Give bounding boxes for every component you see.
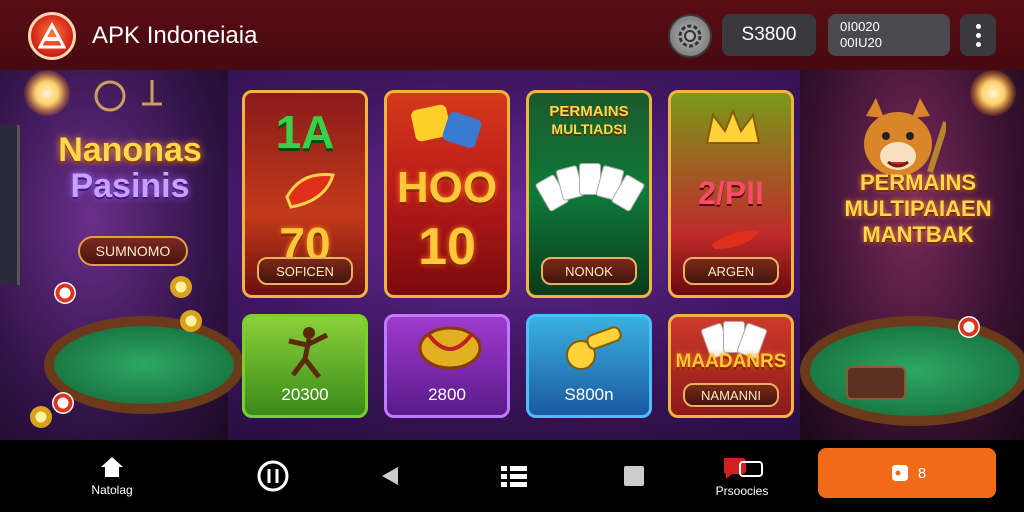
poker-chip <box>180 310 202 332</box>
game-controller-icon <box>891 465 908 481</box>
more-vertical-icon <box>975 23 981 29</box>
dancer-icon <box>288 327 329 379</box>
game-tile-8[interactable]: MAADANRS NAMANNI <box>668 314 794 418</box>
home-icon <box>101 457 123 477</box>
nav-home[interactable]: Natolag <box>82 440 142 512</box>
poker-chip <box>52 392 74 414</box>
chili-icon <box>285 172 335 209</box>
tile-4-top-text: 2/PII <box>698 175 764 211</box>
poker-chip <box>170 276 192 298</box>
right-banner-title-line3: MANTBAK <box>862 222 974 247</box>
nav-home-label: Natolag <box>91 483 133 497</box>
right-banner-title-line1: PERMAINS <box>859 170 977 195</box>
nav-promotions[interactable]: Prsoocies <box>702 440 782 512</box>
triangle-logo-icon <box>38 22 66 49</box>
account-info[interactable]: 0I0020 00IU20 <box>828 14 950 56</box>
nav-square[interactable] <box>616 440 652 512</box>
tile-3-sub-text: MULTIADSI <box>551 121 627 137</box>
right-banner-title-line2: MULTIPAIAEN <box>844 196 992 221</box>
game-tile-4[interactable]: 2/PII ARGEN <box>668 90 794 298</box>
game-tile-6[interactable]: 2800 <box>384 314 510 418</box>
chili-icon <box>711 230 759 249</box>
back-icon <box>382 467 398 485</box>
more-menu-button[interactable] <box>960 14 996 56</box>
chat-badge-icon <box>724 458 763 479</box>
poker-chip <box>54 282 76 304</box>
top-bar: APK Indoneiaia S3800 0I0020 00IU20 <box>0 0 1024 70</box>
lantern-icon <box>418 326 482 370</box>
game-lobby: Nanonas Pasinis SUMNOMO PERMAINS MULTIPA… <box>0 70 1024 440</box>
app-title: APK Indoneiaia <box>92 22 258 49</box>
tiger-mascot <box>864 98 946 176</box>
play-now-button[interactable]: 8 <box>818 448 996 498</box>
crown-icon <box>705 108 761 144</box>
coin-value: S3800 <box>741 24 797 45</box>
slot-machine-edge <box>0 125 20 285</box>
poker-chip <box>30 406 52 428</box>
left-promo-banner[interactable]: Nanonas Pasinis SUMNOMO <box>0 70 244 440</box>
tile-7-label: S800n <box>564 385 614 404</box>
left-banner-title: Nanonas Pasinis <box>40 132 220 204</box>
nav-list[interactable] <box>496 440 532 512</box>
list-icon <box>501 466 527 487</box>
settings-button[interactable] <box>668 14 712 58</box>
game-tile-1[interactable]: 1A 70 SOFICEN <box>242 90 368 298</box>
tile-2-top-text: HOO <box>396 163 498 212</box>
cannon-icon <box>566 326 622 370</box>
tile-3-button[interactable]: NONOK <box>541 257 637 285</box>
chandelier-decoration <box>94 80 162 112</box>
card-shoe <box>846 366 906 400</box>
game-tile-7[interactable]: S800n <box>526 314 652 418</box>
left-banner-title-line2: Pasinis <box>70 167 190 205</box>
gear-icon <box>678 24 702 48</box>
nav-back[interactable] <box>372 440 408 512</box>
tile-4-button[interactable]: ARGEN <box>683 257 779 285</box>
poker-chip <box>958 316 980 338</box>
stage-light <box>24 70 70 116</box>
game-tile-3[interactable]: PERMAINS MULTIADSI NONOK <box>526 90 652 298</box>
left-banner-button[interactable]: SUMNOMO <box>78 236 188 266</box>
tile-1-button[interactable]: SOFICEN <box>257 257 353 285</box>
nav-promotions-label: Prsoocies <box>715 484 769 498</box>
tile-2-bottom-text: 10 <box>418 218 476 276</box>
tile-3-top-text: PERMAINS <box>549 103 629 120</box>
coin-balance[interactable]: S3800 <box>722 14 816 56</box>
poker-table-right <box>800 316 1024 426</box>
right-banner-title: PERMAINS MULTIPAIAEN MANTBAK <box>818 170 1018 248</box>
tile-8-button[interactable]: NAMANNI <box>683 383 779 407</box>
tile-1-top-text: 1A <box>275 106 335 158</box>
game-tile-2[interactable]: HOO 10 <box>384 90 510 298</box>
tile-5-label: 20300 <box>281 385 329 404</box>
info-line-2: 00IU20 <box>840 35 882 50</box>
app-logo[interactable] <box>28 12 76 60</box>
tile-6-label: 2800 <box>428 385 466 404</box>
poker-table-left <box>44 316 244 414</box>
play-now-label: 8 <box>917 464 927 482</box>
square-icon <box>624 466 644 486</box>
tile-8-top-text: MAADANRS <box>675 351 787 372</box>
left-banner-title-line1: Nanonas <box>58 131 202 169</box>
nav-recent[interactable] <box>250 440 296 512</box>
dice-icon <box>441 110 483 150</box>
game-tile-5[interactable]: 20300 <box>242 314 368 418</box>
recent-icon <box>257 460 289 492</box>
info-line-1: 0I0020 <box>840 19 880 34</box>
stage-light <box>970 70 1016 116</box>
